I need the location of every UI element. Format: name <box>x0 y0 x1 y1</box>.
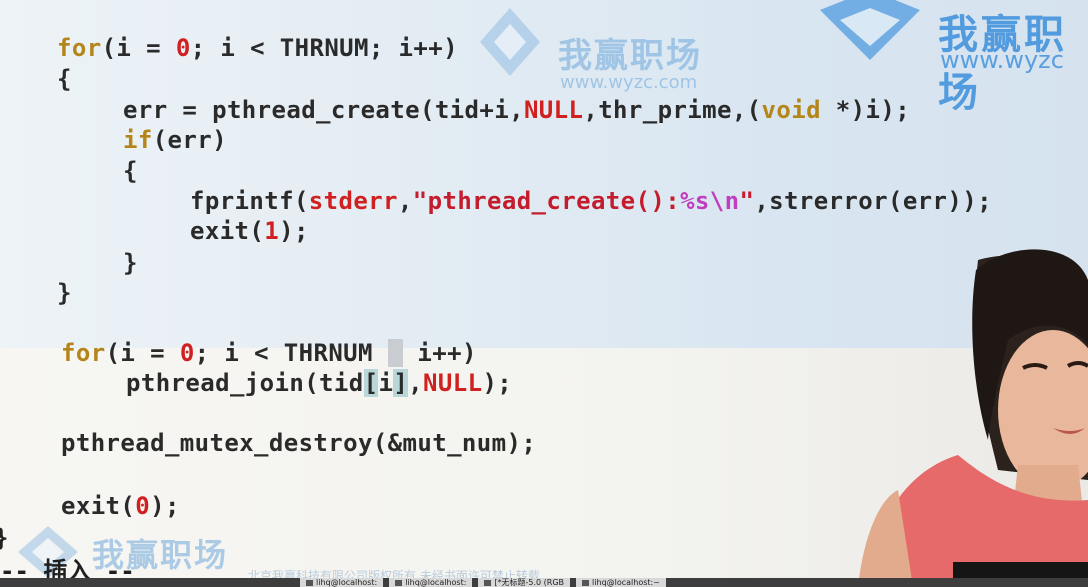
terminal-icon <box>582 579 590 586</box>
code-line: exit(1); <box>190 217 309 245</box>
presenter-video <box>858 249 1088 587</box>
taskbar-item[interactable]: [*无标题-5.0 (RGB <box>478 578 571 587</box>
code-line: fprintf(stderr,"pthread_create():%s\n",s… <box>190 187 992 215</box>
taskbar-item-label: lihq@localhost: <box>405 578 467 587</box>
closing-brace: } <box>0 524 8 552</box>
taskbar-item[interactable]: lihq@localhost: <box>389 578 473 587</box>
taskbar-item[interactable]: lihq@localhost: <box>300 578 384 587</box>
code-line: pthread_join(tid[i],NULL); <box>126 369 513 397</box>
code-line: } <box>123 249 138 277</box>
code-line: for(i = 0; i < THRNUM ; i++) <box>61 339 477 367</box>
taskbar-item-label: lihq@localhost:~ <box>592 578 660 587</box>
terminal-icon <box>395 579 403 586</box>
code-line: { <box>57 65 72 93</box>
code-line: { <box>123 157 138 185</box>
image-editor-icon <box>484 579 492 586</box>
code-line: } <box>57 279 72 307</box>
taskbar-item-label: [*无标题-5.0 (RGB <box>494 578 565 587</box>
text-cursor: ; <box>387 339 403 367</box>
code-line: for(i = 0; i < THRNUM; i++) <box>57 34 458 62</box>
video-frame: 我赢职场 www.wyzc.com 我赢职场 www.wyzc 我赢职场 北京我… <box>0 0 1088 587</box>
taskbar-item[interactable]: lihq@localhost:~ <box>576 578 666 587</box>
code-line: if(err) <box>123 126 227 154</box>
taskbar: lihq@localhost: lihq@localhost: [*无标题-5.… <box>0 578 1088 587</box>
terminal-icon <box>306 579 313 586</box>
code-line: pthread_mutex_destroy(&mut_num); <box>61 429 537 457</box>
matched-bracket: [ <box>363 369 379 397</box>
code-line: err = pthread_create(tid+i,NULL,thr_prim… <box>123 96 911 124</box>
code-line: exit(0); <box>61 492 180 520</box>
matched-bracket: ] <box>393 369 409 397</box>
taskbar-item-label: lihq@localhost: <box>316 578 378 587</box>
